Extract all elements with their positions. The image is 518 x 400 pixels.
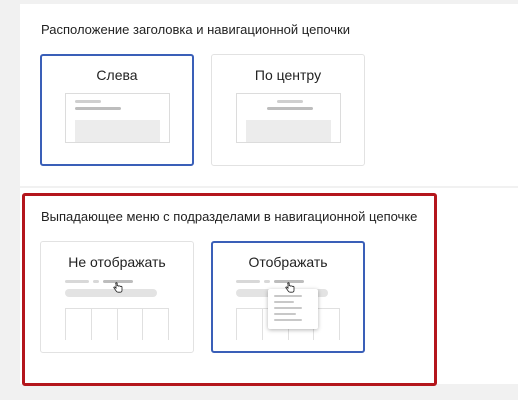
breadcrumb-preview-item xyxy=(65,280,89,283)
option-hide-label: Не отображать xyxy=(68,254,166,270)
breadcrumb-preview-item xyxy=(236,280,260,283)
content-grid-preview xyxy=(65,308,169,340)
section-divider xyxy=(20,186,518,188)
option-left-card[interactable]: Слева xyxy=(40,54,194,166)
option-show-card[interactable]: Отображать xyxy=(211,241,365,353)
option-show-label: Отображать xyxy=(248,254,328,270)
option-left-label: Слева xyxy=(96,67,138,83)
option-center-card[interactable]: По центру xyxy=(211,54,365,166)
hand-pointer-icon xyxy=(285,282,295,293)
preview-left-icon xyxy=(65,93,170,143)
option-hide-card[interactable]: Не отображать xyxy=(40,241,194,353)
title-preview-bar xyxy=(65,289,157,297)
hand-pointer-icon xyxy=(113,282,123,293)
breadcrumb-preview-separator xyxy=(264,280,270,283)
preview-center-icon xyxy=(236,93,341,143)
dropdown-menu-title: Выпадающее меню с подразделами в навигац… xyxy=(41,209,418,224)
header-layout-title: Расположение заголовка и навигационной ц… xyxy=(41,22,351,37)
option-center-label: По центру xyxy=(254,67,322,83)
breadcrumb-preview-separator xyxy=(93,280,99,283)
submenu-dropdown-preview xyxy=(268,289,318,329)
